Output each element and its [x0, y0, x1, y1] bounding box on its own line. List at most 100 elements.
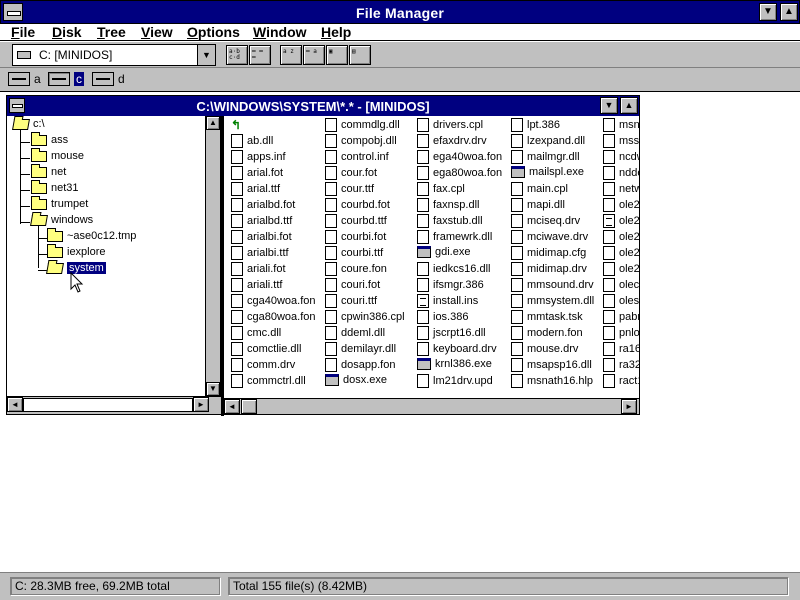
file-scroll-thumb[interactable]	[241, 399, 257, 414]
file-item[interactable]: arialbd.ttf	[231, 214, 324, 230]
dropdown-arrow-icon[interactable]: ▼	[197, 45, 215, 65]
file-item[interactable]: framewrk.dll	[417, 230, 510, 246]
menu-help[interactable]: Help	[321, 24, 351, 40]
file-item[interactable]: ndde	[603, 166, 639, 182]
doc-minimize-button[interactable]: ▼	[600, 97, 618, 114]
file-item[interactable]: arial.ttf	[231, 182, 324, 198]
file-item[interactable]: mapi.dll	[511, 198, 604, 214]
file-item[interactable]: fax.cpl	[417, 182, 510, 198]
file-item[interactable]: faxstub.dll	[417, 214, 510, 230]
tree-horizontal-scrollbar[interactable]: ◄ ►	[7, 396, 221, 414]
file-item[interactable]: msnath16.hlp	[511, 374, 604, 390]
file-item[interactable]: olecli	[603, 278, 639, 294]
file-item[interactable]: iedkcs16.dll	[417, 262, 510, 278]
file-item[interactable]: krnl386.exe	[417, 358, 510, 374]
file-item[interactable]: arial.fot	[231, 166, 324, 182]
file-item[interactable]: lzexpand.dll	[511, 134, 604, 150]
file-item[interactable]: pabna	[603, 310, 639, 326]
menu-tree[interactable]: Tree	[97, 24, 126, 40]
file-item[interactable]: comm.drv	[231, 358, 324, 374]
file-item[interactable]: gdi.exe	[417, 246, 510, 262]
menu-file[interactable]: File	[11, 24, 35, 40]
tree-scroll-left-arrow-icon[interactable]: ◄	[7, 397, 23, 412]
file-item[interactable]: courbi.fot	[325, 230, 418, 246]
file-item[interactable]: ra16.c	[603, 342, 639, 358]
file-item[interactable]: install.ins	[417, 294, 510, 310]
file-item[interactable]: ariali.ttf	[231, 278, 324, 294]
tree-scroll-track[interactable]	[23, 398, 193, 412]
file-item[interactable]: keyboard.drv	[417, 342, 510, 358]
file-item[interactable]: mouse.drv	[511, 342, 604, 358]
file-item[interactable]: main.cpl	[511, 182, 604, 198]
file-item[interactable]: comctlie.dll	[231, 342, 324, 358]
file-item[interactable]: dosapp.fon	[325, 358, 418, 374]
file-item[interactable]: control.inf	[325, 150, 418, 166]
tree-item-windows[interactable]: windows	[30, 214, 93, 230]
file-scroll-right-arrow-icon[interactable]: ►	[621, 399, 637, 414]
file-item[interactable]: demilayr.dll	[325, 342, 418, 358]
file-item[interactable]: mmtask.tsk	[511, 310, 604, 326]
file-item[interactable]: compobj.dll	[325, 134, 418, 150]
menu-view[interactable]: View	[141, 24, 173, 40]
file-item[interactable]: ariali.fot	[231, 262, 324, 278]
file-item[interactable]: courbd.fot	[325, 198, 418, 214]
file-item[interactable]: faxnsp.dll	[417, 198, 510, 214]
file-item[interactable]: mmsystem.dll	[511, 294, 604, 310]
maximize-button[interactable]: ▲	[780, 3, 798, 21]
file-item[interactable]: ole2d	[603, 246, 639, 262]
tree-scroll-right-arrow-icon[interactable]: ►	[193, 397, 209, 412]
file-item[interactable]: ole2.r	[603, 214, 639, 230]
tree-vertical-scrollbar[interactable]: ▲ ▼	[205, 116, 221, 396]
file-item[interactable]: ole2.d	[603, 198, 639, 214]
move-icon[interactable]: ▤	[349, 45, 371, 65]
file-item[interactable]: lm21drv.upd	[417, 374, 510, 390]
file-item[interactable]: couri.ttf	[325, 294, 418, 310]
copy-icon[interactable]: ▣	[326, 45, 348, 65]
view-all-icon[interactable]: a·b c·d	[226, 45, 248, 65]
drive-c[interactable]: c	[48, 72, 84, 88]
file-horizontal-scrollbar[interactable]: ◄ ►	[224, 398, 639, 414]
file-item[interactable]: ddeml.dll	[325, 326, 418, 342]
file-item[interactable]: arialbi.fot	[231, 230, 324, 246]
menu-disk[interactable]: Disk	[52, 24, 82, 40]
file-item[interactable]: coure.fon	[325, 262, 418, 278]
file-item[interactable]: efaxdrv.drv	[417, 134, 510, 150]
file-item[interactable]: arialbi.ttf	[231, 246, 324, 262]
file-item[interactable]: ncdw	[603, 150, 639, 166]
file-item[interactable]: ra322	[603, 358, 639, 374]
file-item[interactable]: pnloa	[603, 326, 639, 342]
file-item[interactable]: cour.ttf	[325, 182, 418, 198]
menu-options[interactable]: Options	[187, 24, 240, 40]
minimize-button[interactable]: ▼	[759, 3, 777, 21]
file-item[interactable]: midimap.drv	[511, 262, 604, 278]
view-details-icon[interactable]: ═ ═ ═	[249, 45, 271, 65]
file-item[interactable]: ole2d	[603, 230, 639, 246]
file-item[interactable]: midimap.cfg	[511, 246, 604, 262]
tree-item-ase0c12-tmp[interactable]: ~ase0c12.tmp	[47, 227, 136, 246]
file-item[interactable]: cmc.dll	[231, 326, 324, 342]
file-item[interactable]: ract1	[603, 374, 639, 390]
document-system-menu-icon[interactable]	[9, 98, 25, 113]
file-item[interactable]: commdlg.dll	[325, 118, 418, 134]
drive-a[interactable]: a	[8, 72, 41, 88]
file-item[interactable]: olesv	[603, 294, 639, 310]
file-item[interactable]: ega80woa.fon	[417, 166, 510, 182]
file-item[interactable]: mciwave.drv	[511, 230, 604, 246]
drive-selector[interactable]: C: [MINIDOS] ▼	[12, 44, 216, 66]
file-item[interactable]: ega40woa.fon	[417, 150, 510, 166]
file-item[interactable]: jscrpt16.dll	[417, 326, 510, 342]
doc-maximize-button[interactable]: ▲	[620, 97, 638, 114]
file-item[interactable]: ab.dll	[231, 134, 324, 150]
file-item[interactable]: modern.fon	[511, 326, 604, 342]
scroll-up-arrow-icon[interactable]: ▲	[206, 116, 220, 130]
sort-type-icon[interactable]: ═ a	[303, 45, 325, 65]
file-item[interactable]: mailmgr.dll	[511, 150, 604, 166]
sort-name-icon[interactable]: a z	[280, 45, 302, 65]
file-item[interactable]: mssfs	[603, 134, 639, 150]
split-bar[interactable]	[221, 116, 224, 416]
file-item[interactable]: courbd.ttf	[325, 214, 418, 230]
menu-window[interactable]: Window	[253, 24, 307, 40]
parent-directory-item[interactable]: ↰	[231, 118, 324, 134]
file-item[interactable]: couri.fot	[325, 278, 418, 294]
file-item[interactable]: courbi.ttf	[325, 246, 418, 262]
